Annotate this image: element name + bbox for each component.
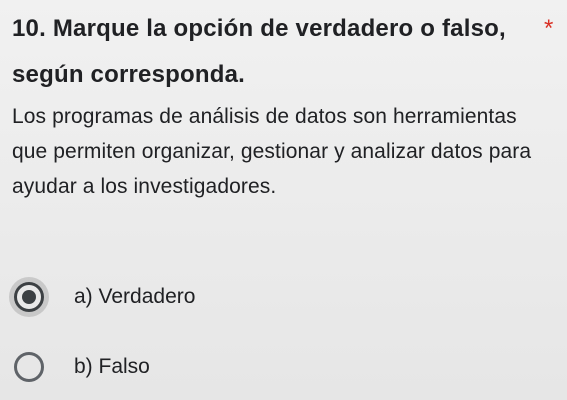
radio-button-selected-icon[interactable] [14, 282, 44, 312]
option-label: a) Verdadero [74, 285, 196, 308]
option-verdadero[interactable]: a) Verdadero [14, 277, 414, 317]
question-title-line-1: 10. Marque la opción de verdadero o fals… [12, 15, 506, 42]
option-falso[interactable]: b) Falso [14, 347, 414, 387]
question-title: 10. Marque la opción de verdadero o fals… [12, 6, 552, 98]
radio-button-empty-icon[interactable] [14, 352, 44, 382]
question-title-line-2: según corresponda. [12, 61, 245, 88]
question-description: Los programas de análisis de datos son h… [12, 105, 532, 198]
question-card: 10. Marque la opción de verdadero o fals… [0, 0, 567, 400]
option-label: b) Falso [74, 355, 150, 378]
radio-dot-icon [22, 290, 36, 304]
required-marker: * [544, 15, 554, 42]
